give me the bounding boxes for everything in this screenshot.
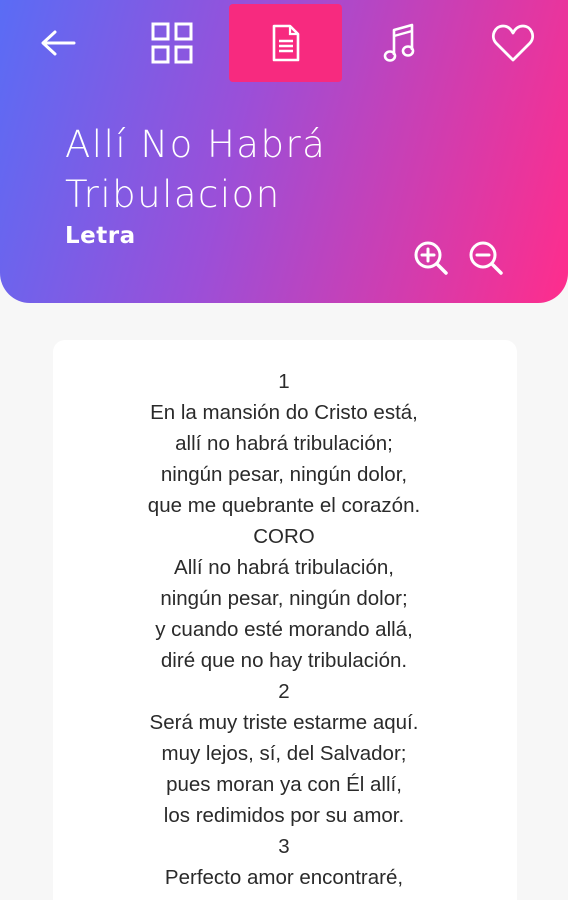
toolbar <box>0 0 568 82</box>
document-icon <box>272 24 299 62</box>
section-subtitle: Letra <box>65 223 136 249</box>
lyric-line: CORO <box>253 525 315 548</box>
back-button[interactable] <box>20 4 96 82</box>
lyric-line: Allí no habrá tribulación, <box>174 556 394 579</box>
lyric-line: ningún pesar, ningún dolor, <box>160 463 408 486</box>
zoom-in-icon <box>414 241 448 275</box>
favorite-button[interactable] <box>475 4 551 82</box>
lyric-line: 3 <box>278 835 290 858</box>
zoom-out-icon <box>469 241 503 275</box>
zoom-in-button[interactable] <box>413 240 449 276</box>
song-title: Allí No Habrá Tribulacion <box>65 123 327 216</box>
lyric-line: allí no habrá tribulación; <box>175 432 393 455</box>
grid-icon <box>151 22 193 64</box>
lyric-line: diré que no hay tribulación. <box>160 649 408 672</box>
lyric-line: los redimidos por su amor. <box>163 804 405 827</box>
music-note-icon <box>383 23 415 62</box>
lyric-line: Será muy triste estarme aquí. <box>149 711 419 734</box>
zoom-out-button[interactable] <box>468 240 504 276</box>
header: Allí No Habrá Tribulacion Letra <box>0 0 568 303</box>
heart-icon <box>492 24 534 62</box>
lyric-line: ningún pesar, ningún dolor; <box>160 587 408 610</box>
lyrics-tab-button[interactable] <box>229 4 342 82</box>
lyric-line: muy lejos, sí, del Salvador; <box>161 742 407 765</box>
lyrics-text[interactable]: 1 En la mansión do Cristo está, allí no … <box>0 366 568 893</box>
lyric-line: pues moran ya con Él allí, <box>166 773 402 796</box>
back-arrow-icon <box>41 30 76 56</box>
lyric-line: 1 <box>278 370 290 393</box>
lyric-line: y cuando esté morando allá, <box>155 618 413 641</box>
lyric-line: Perfecto amor encontraré, <box>164 866 404 889</box>
music-button[interactable] <box>362 4 438 82</box>
lyric-line: 2 <box>278 680 290 703</box>
lyric-line: En la mansión do Cristo está, <box>150 401 418 424</box>
lyric-line: que me quebrante el corazón. <box>147 494 421 517</box>
grid-button[interactable] <box>134 4 210 82</box>
